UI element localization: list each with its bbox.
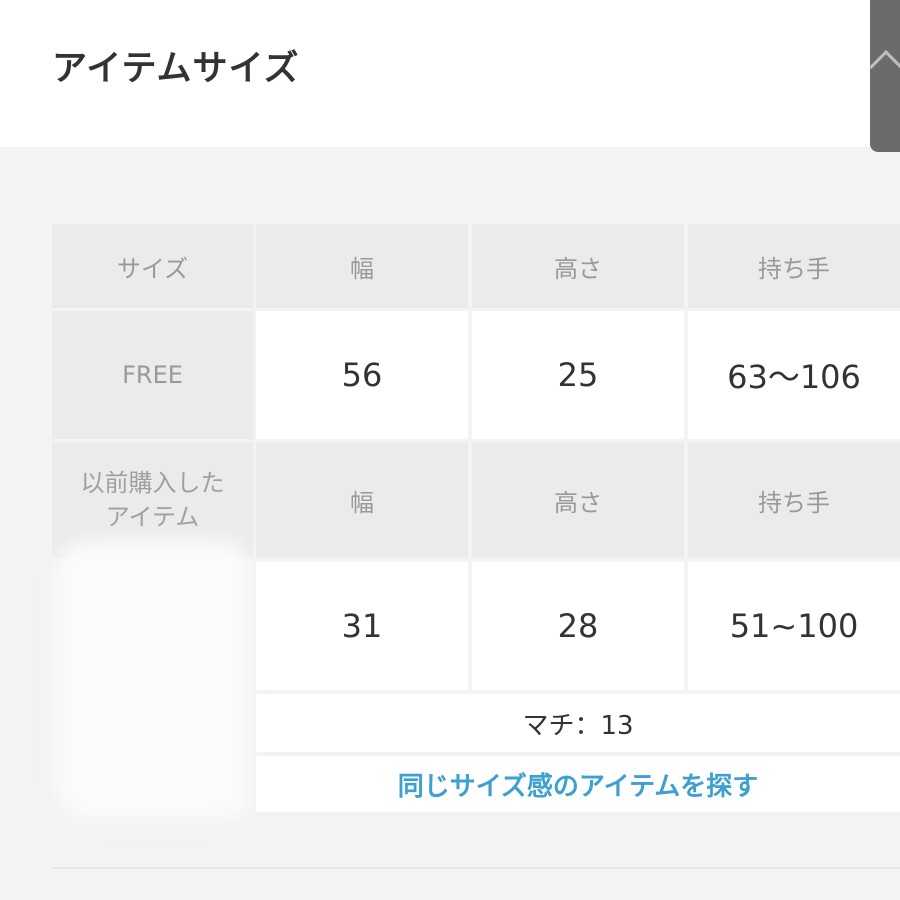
similar-size-link[interactable]: 同じサイズ感のアイテムを探す [256, 756, 900, 812]
column-header-width: 幅 [256, 224, 468, 308]
purchased-value-width: 31 [256, 562, 468, 690]
purchased-header-width: 幅 [256, 442, 468, 558]
section-divider [52, 867, 900, 869]
purchased-value-height: 28 [472, 562, 684, 690]
purchased-header-height: 高さ [472, 442, 684, 558]
row-size-label: FREE [52, 311, 253, 439]
value-width: 56 [256, 311, 468, 439]
gusset-note: マチ：13 [256, 694, 900, 752]
chevron-up-icon [869, 50, 900, 84]
page-header: アイテムサイズ [0, 0, 900, 147]
collapse-button[interactable] [869, 0, 900, 152]
purchased-item-image[interactable] [58, 540, 250, 820]
purchased-value-handle: 51~100 [688, 562, 900, 690]
page-title: アイテムサイズ [52, 49, 300, 89]
value-height: 25 [472, 311, 684, 439]
column-header-handle: 持ち手 [688, 224, 900, 308]
value-handle: 63〜106 [688, 311, 900, 439]
column-header-size: サイズ [52, 224, 253, 308]
column-header-height: 高さ [472, 224, 684, 308]
purchased-header-handle: 持ち手 [688, 442, 900, 558]
